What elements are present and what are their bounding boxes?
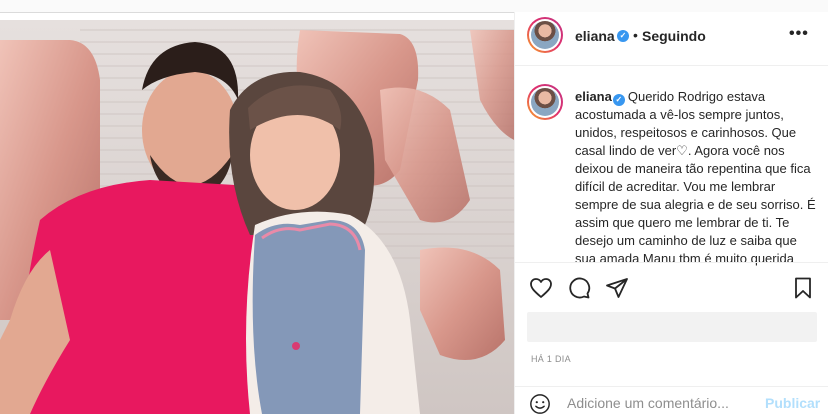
post-side-panel: eliana ✓ • Seguindo ••• eliana ✓ Querido R… — [514, 12, 828, 414]
comment-icon[interactable] — [567, 276, 591, 300]
avatar[interactable] — [527, 17, 563, 53]
comment-input[interactable] — [567, 393, 757, 413]
verified-badge-icon: ✓ — [617, 30, 629, 42]
caption-verified-icon: ✓ — [612, 94, 625, 106]
separator-dot: • — [633, 27, 638, 43]
share-icon[interactable] — [605, 276, 629, 300]
caption-avatar[interactable] — [527, 84, 563, 120]
following-button[interactable]: Seguindo — [642, 28, 706, 44]
comment-form: Publicar — [515, 386, 828, 414]
username-link[interactable]: eliana — [575, 28, 615, 44]
post-header: eliana ✓ • Seguindo ••• — [515, 12, 828, 66]
caption-text: Querido Rodrigo estava acostumada a vê-l… — [575, 89, 816, 266]
post-timestamp[interactable]: HÁ 1 DIA — [531, 354, 571, 364]
top-strip — [0, 0, 828, 12]
action-bar — [515, 262, 828, 312]
likes-area — [527, 312, 817, 342]
post-caption: eliana ✓ Querido Rodrigo estava acostumada… — [575, 88, 821, 268]
emoji-icon[interactable] — [529, 393, 551, 414]
caption-username-link[interactable]: eliana — [575, 89, 612, 104]
post-photo-image — [0, 20, 514, 414]
post-photo[interactable] — [0, 20, 514, 414]
bookmark-icon[interactable] — [791, 276, 815, 300]
more-options-icon[interactable]: ••• — [789, 25, 809, 43]
heart-icon[interactable] — [529, 276, 553, 300]
publish-button[interactable]: Publicar — [765, 395, 820, 411]
